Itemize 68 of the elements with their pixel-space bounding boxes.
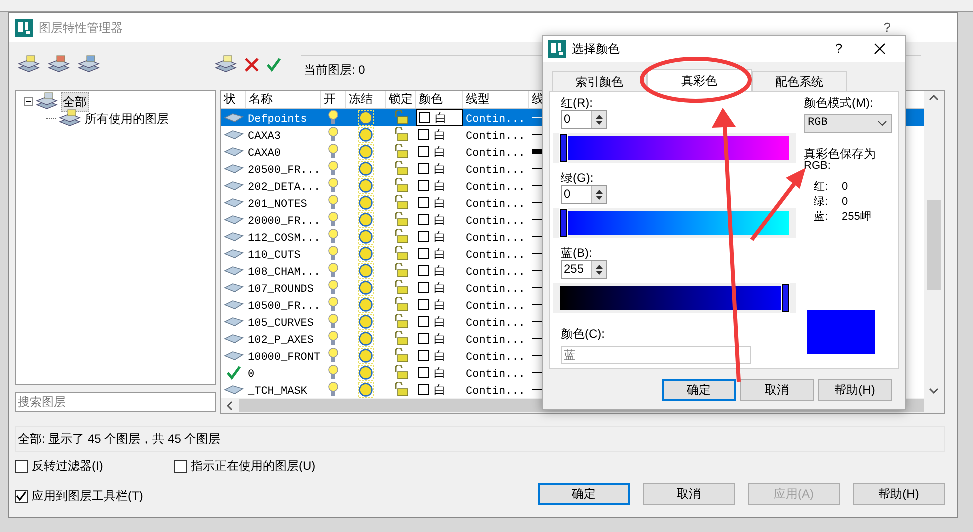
channel-label: 绿(G): — [561, 170, 595, 185]
linetype: Contin... — [466, 164, 526, 176]
layer-name: 107_ROUNDS — [248, 284, 314, 296]
color-name: 白 — [434, 296, 446, 314]
layer-name: 112_COSM... — [248, 232, 321, 244]
color-name: 白 — [434, 126, 446, 144]
color-name: 白 — [434, 364, 446, 382]
color-field-label: 颜色(C): — [561, 326, 606, 343]
saved-channel-label: 蓝: — [814, 210, 830, 225]
color-name: 白 — [434, 178, 446, 194]
linetype: Contin... — [466, 232, 526, 244]
layer-name: 0 — [248, 368, 255, 380]
layer-name: _TCH_MASK — [248, 386, 308, 398]
current-layer-label: 当前图层: 0 — [304, 62, 366, 79]
linetype: Contin... — [466, 182, 526, 194]
color-name: 白 — [434, 348, 446, 364]
saved-channel-value: 0 — [842, 195, 850, 210]
linetype: Contin... — [466, 148, 526, 160]
color-name: 白 — [435, 110, 447, 126]
linetype: Contin... — [466, 300, 526, 312]
saved-as-sub: RGB: — [804, 161, 832, 172]
linetype: Contin... — [466, 266, 526, 278]
linetype: Contin... — [466, 130, 526, 142]
color-name: 白 — [434, 194, 446, 212]
window-title: 选择颜色 — [572, 41, 620, 58]
layer-name: 10000_FRONT — [248, 352, 321, 364]
linetype: Contin... — [466, 386, 526, 398]
layer-name: 10500_FR... — [248, 300, 321, 312]
channel-label: 红(R): — [561, 95, 594, 110]
layer-name: 201_NOTES — [248, 198, 308, 210]
layer-name: 110_CUTS — [248, 250, 301, 262]
layer-name: 20000_FR... — [248, 216, 321, 228]
saved-channel-value: 255岬 — [842, 210, 872, 225]
color-name: 白 — [434, 262, 446, 280]
saved-channel-value: 0 — [842, 180, 850, 195]
color-name: 白 — [434, 228, 446, 246]
linetype: Contin... — [466, 352, 526, 364]
layer-name: 202_DETA... — [248, 182, 321, 194]
color-name: 白 — [434, 144, 446, 160]
layer-name: CAXA0 — [248, 148, 282, 160]
color-name: 白 — [434, 314, 446, 330]
linetype: Contin... — [466, 368, 526, 380]
color-name: 白 — [434, 212, 446, 228]
linetype: Contin... — [466, 216, 526, 228]
window-title: 图层特性管理器 — [39, 20, 123, 36]
layer-name: Defpoints — [248, 114, 308, 126]
layer-name: 108_CHAM... — [248, 266, 321, 278]
mode-label: 颜色模式(M): — [804, 95, 874, 110]
layer-name: 105_CURVES — [248, 318, 314, 330]
saved-channel-label: 红: — [814, 180, 830, 195]
color-name: 白 — [434, 246, 446, 262]
linetype: Contin... — [466, 318, 526, 330]
color-name: 白 — [434, 330, 446, 348]
layer-name: CAXA3 — [248, 130, 282, 142]
channel-label: 蓝(B): — [561, 245, 594, 260]
linetype: Contin... — [466, 250, 526, 262]
color-name: 白 — [434, 280, 446, 296]
linetype: Contin... — [466, 284, 526, 296]
color-name: 白 — [434, 382, 446, 398]
saved-as-label: 真彩色保存为 — [804, 148, 877, 161]
layer-name: 20500_FR... — [248, 164, 321, 176]
linetype: Contin... — [466, 198, 526, 210]
color-name: 白 — [434, 160, 446, 178]
saved-channel-label: 绿: — [814, 195, 830, 210]
linetype: Contin... — [466, 114, 526, 126]
status-text: 全部: 显示了 45 个图层，共 45 个图层 — [18, 431, 221, 448]
linetype: Contin... — [466, 334, 526, 346]
layer-name: 102_P_AXES — [248, 334, 314, 346]
